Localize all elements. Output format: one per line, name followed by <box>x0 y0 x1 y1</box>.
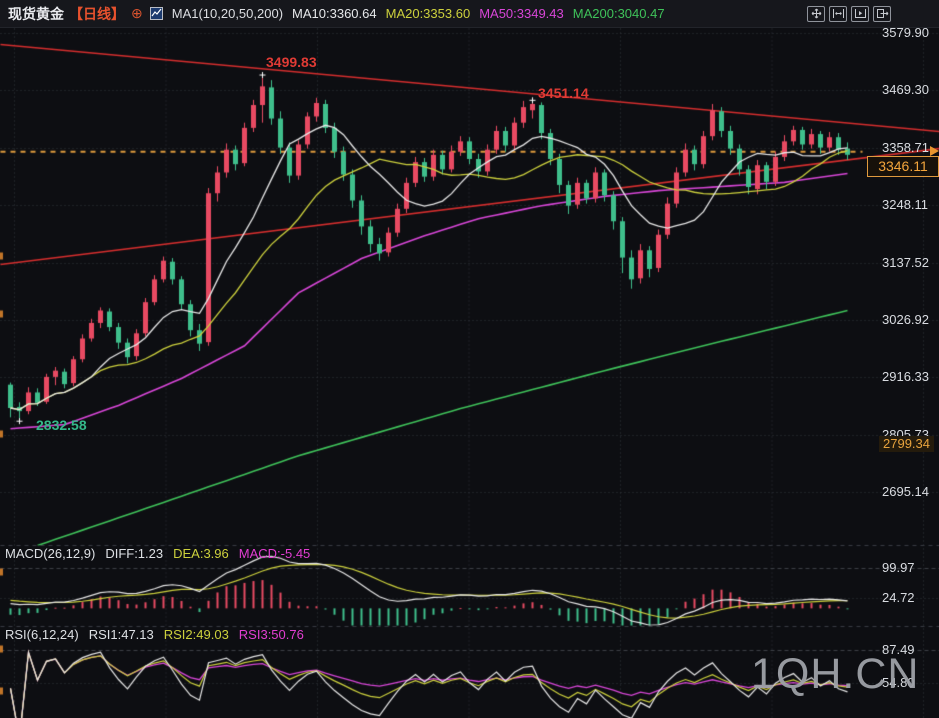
rsi2-value: RSI2:49.03 <box>164 627 229 642</box>
ma50-label: MA50:3349.43 <box>479 6 564 21</box>
fit-x-axis-button[interactable] <box>829 6 847 22</box>
rsi-pane-labels: RSI(6,12,24) RSI1:47.13 RSI2:49.03 RSI3:… <box>5 627 304 642</box>
marked-level-chip: 2799.34 <box>879 436 934 452</box>
export-chart-button[interactable] <box>873 6 891 22</box>
main-chart-canvas[interactable] <box>0 0 939 718</box>
chart-header: 现货黄金 【日线】 ⊕ MA1(10,20,50,200) MA10:3360.… <box>0 0 939 28</box>
chart-toolbar <box>807 6 891 22</box>
macd-dea-value: DEA:3.96 <box>173 546 229 561</box>
y-axis-label: 3026.92 <box>882 313 929 327</box>
auto-scroll-icon <box>854 8 867 19</box>
rsi1-value: RSI1:47.13 <box>89 627 154 642</box>
ma10-label: MA10:3360.64 <box>292 6 377 21</box>
y-axis-label: 3358.71 <box>882 141 929 155</box>
peak-price-annotation: 3499.83 <box>266 55 317 69</box>
add-indicator-icon[interactable]: ⊕ <box>131 5 143 22</box>
rsi-title: RSI(6,12,24) <box>5 627 79 642</box>
macd-diff-value: DIFF:1.23 <box>105 546 163 561</box>
y-axis-label: 3579.90 <box>882 26 929 40</box>
rsi3-value: RSI3:50.76 <box>239 627 304 642</box>
y-axis-label: 2695.14 <box>882 485 929 499</box>
timeframe-label[interactable]: 【日线】 <box>69 4 125 24</box>
y-axis-label: 24.72 <box>882 591 915 605</box>
pan-chart-button[interactable] <box>807 6 825 22</box>
price-arrow-icon <box>930 146 939 156</box>
macd-pane-labels: MACD(26,12,9) DIFF:1.23 DEA:3.96 MACD:-5… <box>5 546 310 561</box>
y-axis-label: 2916.33 <box>882 370 929 384</box>
y-axis-label: 3137.52 <box>882 256 929 270</box>
export-icon <box>876 8 889 19</box>
y-axis-label: 99.97 <box>882 561 915 575</box>
ma20-label: MA20:3353.60 <box>386 6 471 21</box>
chart-type-icon[interactable] <box>150 7 163 20</box>
low-price-annotation: 2832.58 <box>36 418 87 432</box>
ma-settings-label: MA1(10,20,50,200) <box>172 6 283 21</box>
y-axis-label: 3469.30 <box>882 83 929 97</box>
current-price-chip: 3346.11 <box>867 156 939 177</box>
secondary-peak-annotation: 3451.14 <box>538 86 589 100</box>
auto-scroll-button[interactable] <box>851 6 869 22</box>
macd-title: MACD(26,12,9) <box>5 546 95 561</box>
y-axis-label: 3248.11 <box>882 198 928 212</box>
macd-value: MACD:-5.45 <box>239 546 311 561</box>
watermark: 1QH.CN <box>751 650 919 699</box>
ma200-label: MA200:3040.47 <box>573 6 665 21</box>
symbol-title: 现货黄金 <box>8 4 64 24</box>
fit-x-axis-icon <box>832 8 845 19</box>
move-icon <box>810 8 823 19</box>
